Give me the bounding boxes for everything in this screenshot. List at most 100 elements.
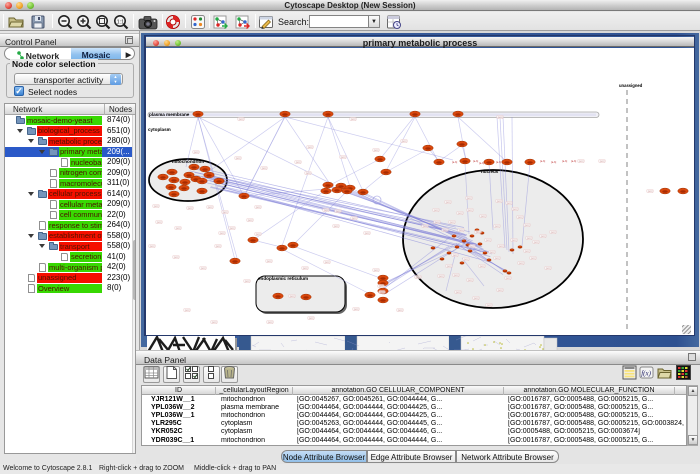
svg-text:[a-b]: [a-b] <box>468 209 473 212</box>
svg-text:[a-b]: [a-b] <box>154 205 159 208</box>
svg-text:[a-b]: [a-b] <box>303 267 308 270</box>
svg-text:[a-b]: [a-b] <box>157 221 162 224</box>
svg-text:[a-b]: [a-b] <box>531 257 536 260</box>
svg-text:[a-b]: [a-b] <box>476 231 481 234</box>
svg-text:[a-b]: [a-b] <box>562 159 567 163</box>
svg-text:unassigned: unassigned <box>619 83 643 88</box>
svg-text:[a-b]: [a-b] <box>464 258 469 261</box>
svg-text:[a-b]: [a-b] <box>453 254 458 257</box>
svg-text:[a-b]: [a-b] <box>497 200 502 203</box>
svg-text:[a-b]: [a-b] <box>513 208 518 211</box>
svg-text:[a-b]: [a-b] <box>185 309 190 312</box>
svg-text:[a-b]: [a-b] <box>527 237 532 240</box>
svg-text:[a-b]: [a-b] <box>525 224 530 227</box>
svg-text:[a-b]: [a-b] <box>518 216 523 219</box>
svg-text:cytoplasm: cytoplasm <box>148 127 171 132</box>
svg-text:[a-b]: [a-b] <box>540 159 545 163</box>
svg-text:[a-b]: [a-b] <box>434 209 439 212</box>
svg-text:[a-b]: [a-b] <box>473 159 478 163</box>
svg-text:[a-b]: [a-b] <box>334 225 339 228</box>
svg-text:[a-b]: [a-b] <box>454 274 459 277</box>
svg-text:[a-b]: [a-b] <box>447 265 452 268</box>
svg-text:[a-b]: [a-b] <box>290 295 295 298</box>
svg-text:[a-b]: [a-b] <box>467 197 472 200</box>
svg-text:[a-b]: [a-b] <box>519 262 524 265</box>
svg-text:[a-b]: [a-b] <box>525 250 530 253</box>
svg-text:[a-b]: [a-b] <box>495 225 500 228</box>
svg-text:[a-b]: [a-b] <box>262 167 267 170</box>
svg-text:[a-b]: [a-b] <box>487 304 492 307</box>
svg-text:nucleus: nucleus <box>481 169 499 174</box>
svg-text:[a-b]: [a-b] <box>480 265 485 268</box>
svg-text:[a-b]: [a-b] <box>309 317 314 320</box>
svg-text:[a-b]: [a-b] <box>245 280 250 283</box>
svg-text:[a-b]: [a-b] <box>325 261 330 264</box>
svg-text:1:1: 1:1 <box>117 19 125 25</box>
svg-text:endoplasmic reticulum: endoplasmic reticulum <box>258 276 308 281</box>
svg-text:[a-b]: [a-b] <box>446 201 451 204</box>
svg-text:plasma membrane: plasma membrane <box>149 112 190 117</box>
svg-text:mitochondrion: mitochondrion <box>172 159 204 164</box>
svg-text:[a-b]: [a-b] <box>306 172 311 175</box>
svg-text:[a-b]: [a-b] <box>201 267 206 270</box>
svg-text:[a-b]: [a-b] <box>423 225 428 228</box>
svg-text:[a-b]: [a-b] <box>296 161 301 164</box>
svg-text:[a-b]: [a-b] <box>324 209 329 212</box>
svg-text:[a-b]: [a-b] <box>216 245 221 248</box>
svg-text:[a-b]: [a-b] <box>341 156 346 159</box>
svg-text:[a-b]: [a-b] <box>499 245 504 248</box>
svg-text:[a-b]: [a-b] <box>450 221 455 224</box>
svg-text:[a-b]: [a-b] <box>194 151 199 154</box>
svg-text:[a-b]: [a-b] <box>443 229 448 232</box>
svg-text:[a-b]: [a-b] <box>268 321 273 324</box>
svg-text:[a-b]: [a-b] <box>176 227 181 230</box>
svg-text:[a-b]: [a-b] <box>230 227 235 230</box>
svg-text:[a-b]: [a-b] <box>506 277 511 280</box>
svg-text:[a-b]: [a-b] <box>551 160 556 164</box>
svg-text:f(x): f(x) <box>641 370 651 378</box>
svg-text:[a-b]: [a-b] <box>380 291 385 294</box>
svg-text:[a-b]: [a-b] <box>256 206 261 209</box>
svg-text:[a-b]: [a-b] <box>470 245 475 248</box>
svg-text:[a-b]: [a-b] <box>498 116 503 119</box>
svg-text:[a-b]: [a-b] <box>150 245 155 248</box>
svg-text:[a-b]: [a-b] <box>481 215 486 218</box>
svg-text:[a-b]: [a-b] <box>479 161 484 165</box>
svg-text:[a-b]: [a-b] <box>512 239 517 242</box>
svg-text:[a-b]: [a-b] <box>398 309 403 312</box>
svg-text:[a-b]: [a-b] <box>402 140 407 143</box>
svg-text:[a-b]: [a-b] <box>220 232 225 235</box>
svg-text:[a-b]: [a-b] <box>374 269 379 272</box>
svg-text:[a-b]: [a-b] <box>435 221 440 224</box>
svg-text:[a-b]: [a-b] <box>208 206 213 209</box>
svg-text:[a-b]: [a-b] <box>546 267 551 270</box>
svg-text:[a-b]: [a-b] <box>468 279 473 282</box>
svg-text:[a-b]: [a-b] <box>459 229 464 232</box>
svg-text:[a-b]: [a-b] <box>174 256 179 259</box>
svg-text:[a-b]: [a-b] <box>354 308 359 311</box>
svg-text:[a-b]: [a-b] <box>571 159 576 163</box>
svg-text:[a-b]: [a-b] <box>648 190 653 193</box>
svg-text:[a-b]: [a-b] <box>579 160 584 163</box>
svg-text:[a-b]: [a-b] <box>541 235 546 238</box>
svg-text:[a-b]: [a-b] <box>236 157 241 160</box>
svg-text:[a-b]: [a-b] <box>239 118 244 121</box>
svg-text:[a-b]: [a-b] <box>223 211 228 214</box>
svg-text:[a-b]: [a-b] <box>474 297 479 300</box>
svg-text:[a-b]: [a-b] <box>267 260 272 263</box>
svg-text:[a-b]: [a-b] <box>495 257 500 260</box>
svg-text:[a-b]: [a-b] <box>439 275 444 278</box>
svg-text:[a-b]: [a-b] <box>600 160 605 163</box>
svg-text:[a-b]: [a-b] <box>336 210 341 213</box>
svg-text:[a-b]: [a-b] <box>507 202 512 205</box>
svg-text:[a-b]: [a-b] <box>188 207 193 210</box>
svg-text:[a-b]: [a-b] <box>452 160 457 164</box>
svg-text:[a-b]: [a-b] <box>352 217 357 220</box>
svg-text:[a-b]: [a-b] <box>379 285 384 288</box>
svg-text:[a-b]: [a-b] <box>374 149 379 152</box>
svg-text:[a-b]: [a-b] <box>498 289 503 292</box>
svg-text:[a-b]: [a-b] <box>551 231 556 234</box>
svg-text:[a-b]: [a-b] <box>351 118 356 121</box>
svg-text:[a-b]: [a-b] <box>486 239 491 242</box>
svg-text:[a-b]: [a-b] <box>365 232 370 235</box>
